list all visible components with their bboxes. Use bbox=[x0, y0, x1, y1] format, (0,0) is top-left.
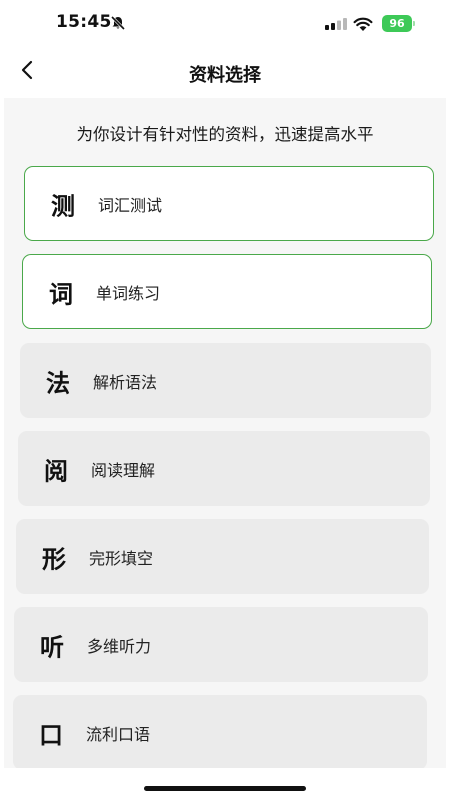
item-char: 词 bbox=[49, 280, 73, 308]
item-label: 阅读理解 bbox=[91, 460, 156, 480]
material-list-panel: 为你设计有针对性的资料，迅速提高水平 测 词汇测试 词 单词练习 法 解析语法 … bbox=[4, 98, 446, 768]
material-item-reading[interactable]: 阅 阅读理解 bbox=[18, 431, 430, 506]
status-time: 15:45 bbox=[56, 12, 112, 32]
item-char: 测 bbox=[51, 192, 75, 220]
item-char: 口 bbox=[39, 721, 63, 749]
page-title: 资料选择 bbox=[189, 65, 261, 86]
item-char: 阅 bbox=[44, 457, 68, 485]
material-item-vocab-test[interactable]: 测 词汇测试 bbox=[24, 166, 434, 241]
status-bar: 15:45 96 bbox=[0, 0, 450, 44]
item-char: 听 bbox=[40, 633, 64, 661]
cellular-signal-icon bbox=[325, 18, 347, 30]
material-item-grammar[interactable]: 法 解析语法 bbox=[20, 343, 431, 418]
material-item-word-practice[interactable]: 词 单词练习 bbox=[22, 254, 432, 329]
item-label: 词汇测试 bbox=[98, 195, 163, 215]
material-item-cloze[interactable]: 形 完形填空 bbox=[16, 519, 429, 594]
wifi-icon bbox=[353, 17, 373, 31]
item-char: 形 bbox=[42, 545, 66, 573]
bell-slash-icon bbox=[110, 15, 126, 31]
item-label: 单词练习 bbox=[96, 283, 161, 303]
item-label: 解析语法 bbox=[93, 372, 158, 392]
home-indicator[interactable] bbox=[144, 786, 306, 791]
page-subtitle: 为你设计有针对性的资料，迅速提高水平 bbox=[76, 125, 374, 144]
navigation-bar: 资料选择 bbox=[0, 44, 450, 98]
item-label: 多维听力 bbox=[87, 636, 152, 656]
item-label: 流利口语 bbox=[86, 724, 151, 744]
material-item-speaking[interactable]: 口 流利口语 bbox=[13, 695, 427, 768]
material-item-listening[interactable]: 听 多维听力 bbox=[14, 607, 428, 682]
item-label: 完形填空 bbox=[89, 548, 154, 568]
battery-indicator: 96 bbox=[382, 15, 415, 32]
item-char: 法 bbox=[46, 369, 70, 397]
battery-level: 96 bbox=[389, 17, 405, 30]
